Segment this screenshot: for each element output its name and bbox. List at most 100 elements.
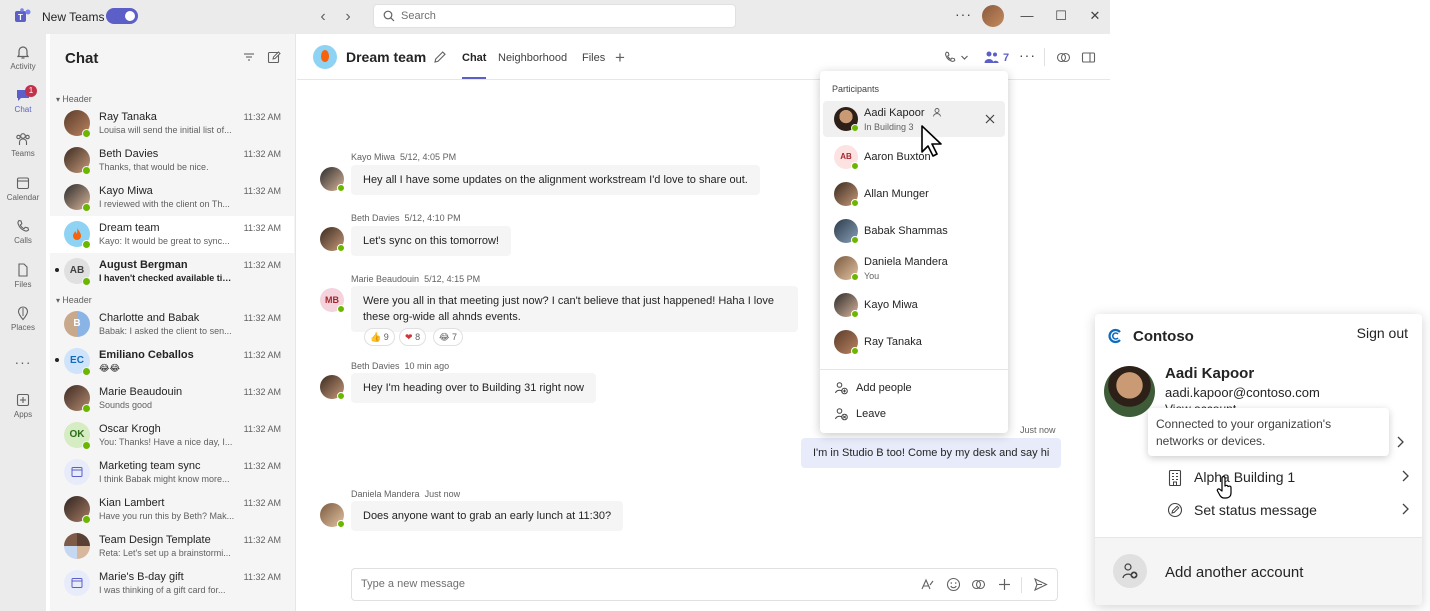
- chat-item[interactable]: EC Emiliano Ceballos 😂😂 11:32 AM: [50, 343, 294, 380]
- chat-item-time: 11:32 AM: [243, 498, 281, 508]
- heart-icon: ❤: [405, 332, 413, 342]
- message-bubble[interactable]: Hey all I have some updates on the align…: [351, 165, 760, 195]
- rail-item-activity[interactable]: Activity: [0, 44, 46, 84]
- chat-item-preview: 😂😂: [99, 363, 121, 373]
- message-bubble[interactable]: Let's sync on this tomorrow!: [351, 226, 511, 256]
- attach-plus-icon[interactable]: [997, 577, 1012, 592]
- remove-participant-icon[interactable]: [985, 114, 995, 124]
- rail-item-calendar[interactable]: Calendar: [0, 175, 46, 215]
- filter-icon[interactable]: [242, 50, 256, 64]
- teams-logo-icon: T: [15, 8, 31, 22]
- message-time: Just now: [1020, 425, 1056, 435]
- tab-files[interactable]: Files: [582, 52, 605, 64]
- chat-item[interactable]: Marie Beaudouin Sounds good 11:32 AM: [50, 380, 294, 417]
- participant-item[interactable]: Ray Tanaka: [823, 324, 1005, 360]
- chat-item[interactable]: B Charlotte and Babak Babak: I asked the…: [50, 306, 294, 343]
- chat-item-time: 11:32 AM: [243, 149, 281, 159]
- hand-cursor-icon: [1216, 476, 1232, 499]
- calendar-icon: [16, 177, 30, 190]
- call-icon[interactable]: [943, 50, 957, 64]
- message-time: 10 min ago: [404, 361, 450, 371]
- chat-item[interactable]: OK Oscar Krogh You: Thanks! Have a nice …: [50, 417, 294, 454]
- section-header[interactable]: Header: [56, 94, 92, 104]
- tab-neighborhood[interactable]: Neighborhood: [498, 52, 567, 64]
- chat-item[interactable]: AB August Bergman I haven't checked avai…: [50, 253, 294, 290]
- rail-item-calls[interactable]: Calls: [0, 218, 46, 258]
- close-icon[interactable]: ✕: [1087, 8, 1103, 24]
- chat-item-selected[interactable]: Dream team Kayo: It would be great to sy…: [50, 216, 294, 253]
- participant-item[interactable]: Babak Shammas: [823, 213, 1005, 249]
- more-options-icon[interactable]: ···: [1019, 47, 1036, 63]
- chat-item[interactable]: Ray Tanaka Louisa will send the initial …: [50, 105, 294, 142]
- message-bubble[interactable]: Hey I'm heading over to Building 31 righ…: [351, 373, 597, 403]
- profile-avatar[interactable]: [982, 5, 1004, 27]
- participant-item[interactable]: Kayo Miwa: [823, 287, 1005, 323]
- reaction-heart[interactable]: ❤ 8: [399, 328, 427, 346]
- avatar: [64, 533, 90, 559]
- location-row[interactable]: Alpha Building 1: [1165, 465, 1410, 491]
- chat-item-name: Beth Davies: [99, 148, 159, 160]
- maximize-icon[interactable]: ☐: [1053, 8, 1069, 24]
- section-header[interactable]: Header: [56, 295, 92, 305]
- more-options-icon[interactable]: ···: [955, 6, 972, 22]
- chat-item-name: Dream team: [99, 222, 160, 234]
- emoji-icon[interactable]: [946, 577, 961, 592]
- presence-icon: [851, 199, 859, 207]
- participant-item[interactable]: Aadi Kapoor In Building 3: [823, 101, 1005, 137]
- chat-item[interactable]: Kayo Miwa I reviewed with the client on …: [50, 179, 294, 216]
- chat-item-time: 11:32 AM: [243, 424, 281, 434]
- participant-count[interactable]: 7: [1003, 52, 1009, 64]
- participant-item[interactable]: Daniela Mandera You: [823, 250, 1005, 286]
- rail-item-chat[interactable]: 1 Chat: [0, 85, 46, 127]
- new-teams-toggle[interactable]: [106, 8, 138, 24]
- participant-item[interactable]: Allan Munger: [823, 176, 1005, 212]
- message-composer[interactable]: [351, 568, 1058, 601]
- format-icon[interactable]: [920, 577, 935, 592]
- chat-item[interactable]: Marketing team sync I think Babak might …: [50, 454, 294, 491]
- add-tab-icon[interactable]: +: [615, 48, 625, 68]
- participants-title: Participants: [832, 84, 880, 94]
- chat-item[interactable]: Team Design Template Reta: Let's set up …: [50, 528, 294, 565]
- message-sender: Kayo Miwa: [351, 152, 396, 162]
- rail-item-apps[interactable]: Apps: [0, 392, 46, 432]
- participant-name: Aadi Kapoor: [864, 107, 942, 119]
- message-bubble[interactable]: Does anyone want to grab an early lunch …: [351, 501, 624, 531]
- chevron-down-icon[interactable]: [960, 53, 969, 62]
- sign-out-link[interactable]: Sign out: [1357, 325, 1408, 341]
- tab-chat[interactable]: Chat: [462, 52, 487, 79]
- rail-more-icon[interactable]: ···: [0, 354, 46, 394]
- forward-arrow-icon[interactable]: ›: [338, 7, 358, 27]
- chat-item-time: 11:32 AM: [243, 535, 281, 545]
- reaction-laugh[interactable]: 😂 7: [433, 328, 464, 346]
- edit-icon[interactable]: [433, 50, 447, 64]
- chat-item[interactable]: Beth Davies Thanks, that would be nice. …: [50, 142, 294, 179]
- set-status-row[interactable]: Set status message: [1165, 498, 1410, 524]
- chevron-right-icon[interactable]: [1395, 435, 1405, 449]
- rail-item-files[interactable]: Files: [0, 262, 46, 302]
- divider: [1021, 577, 1022, 593]
- loop-icon[interactable]: [971, 577, 986, 592]
- chat-item[interactable]: Marie's B-day gift I was thinking of a g…: [50, 565, 294, 602]
- copilot-icon[interactable]: [1056, 50, 1071, 65]
- people-icon[interactable]: [983, 50, 999, 64]
- participant-name: Kayo Miwa: [864, 299, 918, 311]
- chat-item[interactable]: Kian Lambert Have you run this by Beth? …: [50, 491, 294, 528]
- like-icon: 👍: [370, 332, 382, 342]
- participant-item[interactable]: AB Aaron Buxton: [823, 139, 1005, 175]
- back-arrow-icon[interactable]: ‹: [313, 7, 333, 27]
- message-bubble[interactable]: Were you all in that meeting just now? I…: [351, 286, 798, 332]
- status-message-label: Set status message: [1194, 502, 1317, 518]
- message-input[interactable]: [361, 578, 861, 590]
- send-icon[interactable]: [1033, 577, 1048, 592]
- search-input[interactable]: [401, 8, 721, 24]
- add-account-row[interactable]: Add another account: [1095, 537, 1422, 605]
- minimize-icon[interactable]: —: [1019, 8, 1035, 24]
- new-chat-icon[interactable]: [267, 50, 281, 64]
- reaction-like[interactable]: 👍 9: [364, 328, 395, 346]
- search-box[interactable]: [373, 4, 736, 28]
- my-message-bubble[interactable]: I'm in Studio B too! Come by my desk and…: [801, 438, 1062, 468]
- side-panel-icon[interactable]: [1081, 50, 1096, 65]
- participant-name: Allan Munger: [864, 188, 929, 200]
- rail-item-places[interactable]: Places: [0, 305, 46, 345]
- rail-item-teams[interactable]: Teams: [0, 131, 46, 171]
